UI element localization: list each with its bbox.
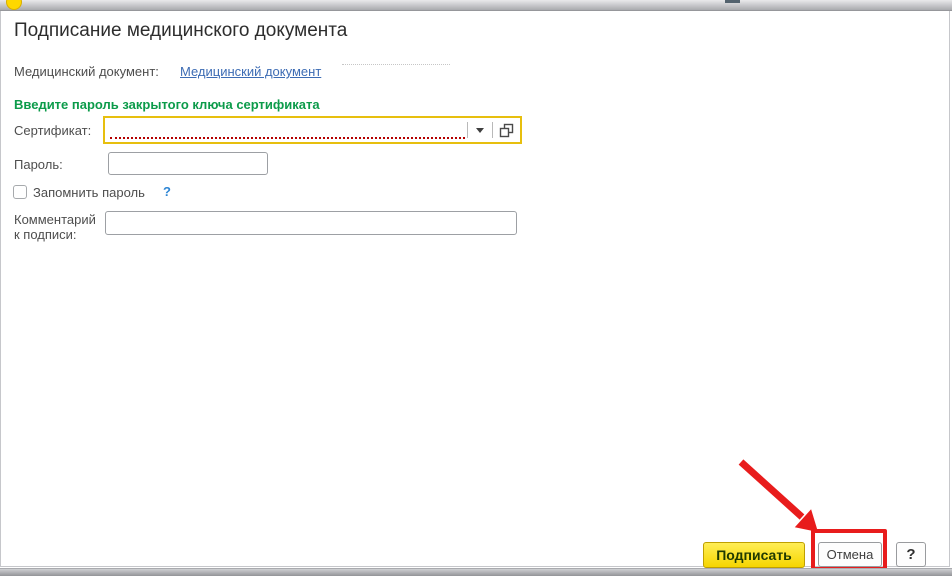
annotation-arrow bbox=[738, 459, 818, 532]
remember-password-checkbox[interactable] bbox=[13, 185, 27, 199]
required-field-underline bbox=[110, 137, 465, 139]
window-tab-fragment bbox=[725, 0, 740, 3]
comment-label-line1: Комментарий bbox=[14, 212, 96, 227]
help-button[interactable]: ? bbox=[896, 542, 926, 567]
remember-password-label: Запомнить пароль bbox=[33, 185, 145, 200]
certificate-combobox[interactable] bbox=[103, 116, 522, 144]
sign-button[interactable]: Подписать bbox=[703, 542, 805, 568]
window-top-chrome bbox=[0, 0, 952, 11]
window-bottom-chrome bbox=[0, 568, 952, 576]
cancel-button[interactable]: Отмена bbox=[818, 542, 882, 567]
chevron-down-icon bbox=[476, 127, 484, 133]
sign-document-dialog: Подписание медицинского документа Медици… bbox=[0, 11, 950, 571]
password-label: Пароль: bbox=[14, 157, 63, 172]
certificate-label: Сертификат: bbox=[14, 123, 92, 138]
comment-input[interactable] bbox=[105, 211, 517, 235]
password-input[interactable] bbox=[108, 152, 268, 175]
certificate-dropdown-button[interactable] bbox=[468, 118, 492, 142]
page-title: Подписание медицинского документа bbox=[14, 20, 348, 41]
overlapping-squares-icon bbox=[499, 123, 514, 137]
enter-password-prompt: Введите пароль закрытого ключа сертифика… bbox=[14, 97, 320, 112]
app-logo-icon bbox=[6, 0, 22, 10]
certificate-open-button[interactable] bbox=[493, 118, 520, 142]
comment-label-line2: к подписи: bbox=[14, 227, 77, 242]
medical-document-link[interactable]: Медицинский документ bbox=[180, 64, 321, 79]
certificate-value-area[interactable] bbox=[105, 118, 467, 142]
medical-document-label: Медицинский документ: bbox=[14, 64, 159, 79]
help-icon[interactable]: ? bbox=[163, 184, 171, 199]
document-field-dotted-line bbox=[342, 64, 450, 65]
